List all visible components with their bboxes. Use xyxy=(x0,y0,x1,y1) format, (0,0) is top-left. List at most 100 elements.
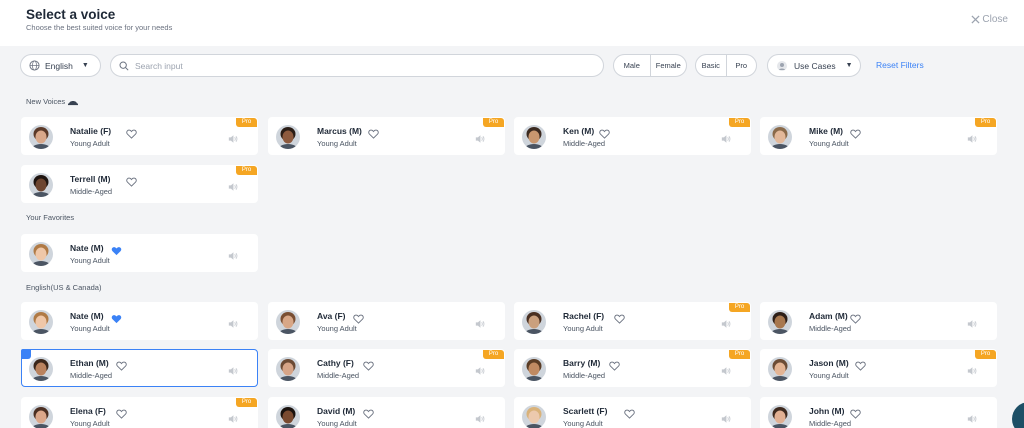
heart-icon[interactable] xyxy=(125,174,137,187)
tier-basic-button[interactable]: Basic xyxy=(696,55,726,76)
voice-card[interactable]: Adam (M) Middle-Aged xyxy=(760,302,997,340)
reset-filters-link[interactable]: Reset Filters xyxy=(876,60,924,70)
heart-filled-icon[interactable] xyxy=(111,311,122,324)
speaker-icon[interactable] xyxy=(228,411,238,423)
avatar xyxy=(768,310,792,334)
close-button[interactable]: Close xyxy=(971,14,1008,25)
speaker-icon[interactable] xyxy=(228,131,238,143)
voice-card[interactable]: Marcus (M) Young Adult Pro xyxy=(268,117,505,155)
voice-name: Rachel (F) xyxy=(563,311,605,321)
voice-card[interactable]: Natalie (F) Young Adult Pro xyxy=(21,117,258,155)
voice-card[interactable]: Ava (F) Young Adult xyxy=(268,302,505,340)
chat-button[interactable] xyxy=(1012,402,1024,428)
voice-card[interactable]: Nate (M) Young Adult xyxy=(21,302,258,340)
avatar xyxy=(522,405,546,428)
avatar xyxy=(276,125,300,149)
search-input[interactable] xyxy=(135,60,585,71)
dialog-header: Select a voice Choose the best suited vo… xyxy=(0,0,1024,46)
heart-icon[interactable] xyxy=(613,311,625,324)
voice-card[interactable]: Terrell (M) Middle-Aged Pro xyxy=(21,165,258,203)
heart-filled-icon[interactable] xyxy=(111,243,122,256)
tier-pro-button[interactable]: Pro xyxy=(725,55,757,76)
voice-age: Middle-Aged xyxy=(809,419,852,428)
voice-card[interactable]: Jason (M) Young Adult Pro xyxy=(760,349,997,387)
voice-name: Mike (M) xyxy=(809,126,843,136)
speaker-icon[interactable] xyxy=(228,248,238,260)
voice-card[interactable]: Nate (M) Young Adult xyxy=(21,234,258,272)
speaker-icon[interactable] xyxy=(967,316,977,328)
voice-card[interactable]: Elena (F) Young Adult Pro xyxy=(21,397,258,428)
avatar xyxy=(768,125,792,149)
voice-age: Middle-Aged xyxy=(317,371,360,380)
use-cases-select[interactable]: Use Cases ▼ xyxy=(767,54,861,77)
voice-card[interactable]: Mike (M) Young Adult Pro xyxy=(760,117,997,155)
pro-badge: Pro xyxy=(236,398,257,407)
voice-card[interactable]: Rachel (F) Young Adult Pro xyxy=(514,302,751,340)
avatar xyxy=(29,310,53,334)
voice-age: Young Adult xyxy=(70,256,110,265)
avatar xyxy=(768,405,792,428)
voice-card[interactable]: David (M) Young Adult xyxy=(268,397,505,428)
heart-icon[interactable] xyxy=(850,311,861,324)
voice-age: Middle-Aged xyxy=(563,139,606,148)
voice-age: Young Adult xyxy=(317,324,357,333)
pro-badge: Pro xyxy=(483,350,504,359)
filter-bar: English ▼ Male Female Basic Pro Use Case… xyxy=(0,54,1024,78)
voice-card[interactable]: Ethan (M) Middle-Aged xyxy=(21,349,258,387)
gender-male-button[interactable]: Male xyxy=(614,55,650,76)
voice-name: David (M) xyxy=(317,406,356,416)
voice-card[interactable]: Ken (M) Middle-Aged Pro xyxy=(514,117,751,155)
voice-age: Young Adult xyxy=(809,371,849,380)
voice-card[interactable]: John (M) Middle-Aged xyxy=(760,397,997,428)
language-select[interactable]: English ▼ xyxy=(20,54,101,77)
heart-icon[interactable] xyxy=(855,358,866,371)
heart-icon[interactable] xyxy=(599,126,610,139)
avatar xyxy=(29,125,53,149)
voice-name: Cathy (F) xyxy=(317,358,354,368)
heart-icon[interactable] xyxy=(609,358,620,371)
pro-badge: Pro xyxy=(236,166,257,175)
gender-filter: Male Female xyxy=(613,54,687,77)
avatar xyxy=(276,405,300,428)
heart-icon[interactable] xyxy=(363,406,374,419)
speaker-icon[interactable] xyxy=(721,316,731,328)
speaker-icon[interactable] xyxy=(721,411,731,423)
heart-icon[interactable] xyxy=(850,126,861,139)
speaker-icon[interactable] xyxy=(228,179,238,191)
section-favorites: Your Favorites xyxy=(26,213,75,222)
heart-icon[interactable] xyxy=(116,406,127,419)
speaker-icon[interactable] xyxy=(228,316,238,328)
close-label: Close xyxy=(982,14,1008,25)
gender-female-button[interactable]: Female xyxy=(649,55,687,76)
speaker-icon[interactable] xyxy=(967,363,977,375)
speaker-icon[interactable] xyxy=(721,131,731,143)
speaker-icon[interactable] xyxy=(475,316,485,328)
voice-card[interactable]: Barry (M) Middle-Aged Pro xyxy=(514,349,751,387)
speaker-icon[interactable] xyxy=(475,131,485,143)
heart-icon[interactable] xyxy=(623,406,635,419)
heart-icon[interactable] xyxy=(125,126,137,139)
voice-card[interactable]: Scarlett (F) Young Adult xyxy=(514,397,751,428)
speaker-icon[interactable] xyxy=(475,363,485,375)
speaker-icon[interactable] xyxy=(967,131,977,143)
dialog-title: Select a voice xyxy=(26,7,116,22)
globe-icon xyxy=(29,60,40,71)
voice-age: Young Adult xyxy=(563,419,603,428)
heart-icon[interactable] xyxy=(367,126,379,139)
heart-icon[interactable] xyxy=(850,406,861,419)
speaker-icon[interactable] xyxy=(721,363,731,375)
pro-badge: Pro xyxy=(975,350,996,359)
heart-icon[interactable] xyxy=(353,311,364,324)
pro-badge: Pro xyxy=(729,350,750,359)
avatar xyxy=(276,357,300,381)
language-label: English xyxy=(45,60,73,71)
voice-card[interactable]: Cathy (F) Middle-Aged Pro xyxy=(268,349,505,387)
avatar xyxy=(522,310,546,334)
speaker-icon[interactable] xyxy=(967,411,977,423)
heart-icon[interactable] xyxy=(363,358,374,371)
heart-icon[interactable] xyxy=(116,358,127,371)
speaker-icon[interactable] xyxy=(475,411,485,423)
speaker-icon[interactable] xyxy=(228,363,238,375)
pro-badge: Pro xyxy=(236,118,257,127)
avatar xyxy=(522,357,546,381)
